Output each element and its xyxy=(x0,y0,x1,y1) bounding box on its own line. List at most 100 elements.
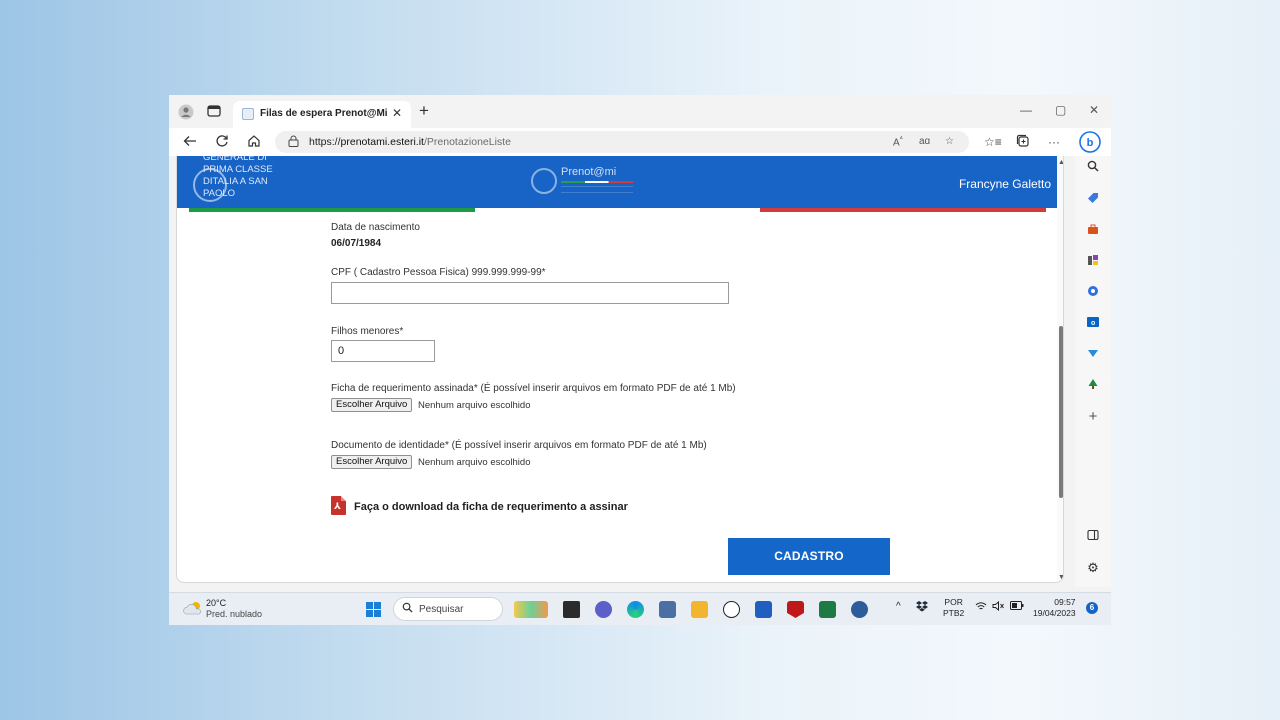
browser-tab-active[interactable]: Filas de espera Prenot@Mi ✕ xyxy=(233,101,411,128)
cadastro-button[interactable]: CADASTRO xyxy=(728,538,890,575)
restore-button[interactable]: ▢ xyxy=(1055,103,1066,117)
tab-actions-icon[interactable] xyxy=(206,104,222,120)
microsoft-store-icon[interactable] xyxy=(755,601,772,618)
user-name[interactable]: Francyne Galetto xyxy=(959,177,1051,191)
new-tab-button[interactable]: + xyxy=(419,102,429,119)
windows-start-icon[interactable] xyxy=(366,602,381,617)
system-clock[interactable]: 09:57 19/04/2023 xyxy=(1033,597,1076,619)
children-label: Filhos menores* xyxy=(331,326,404,337)
weather-description[interactable]: Pred. nublado xyxy=(206,609,262,619)
collections-icon[interactable] xyxy=(1016,134,1030,151)
search-icon xyxy=(402,602,413,616)
task-view-icon[interactable] xyxy=(563,601,580,618)
tools-icon[interactable] xyxy=(1085,223,1101,239)
italian-flag-bar xyxy=(189,208,1047,212)
signed-form-label: Ficha de requerimento assinada* (É possí… xyxy=(331,383,736,394)
cpf-label: CPF ( Cadastro Pessoa Fisica) 999.999.99… xyxy=(331,267,546,278)
scroll-thumb[interactable] xyxy=(1059,326,1063,498)
address-bar[interactable]: https://prenotami.esteri.it/Prenotazione… xyxy=(275,131,969,153)
volume-muted-icon[interactable] xyxy=(992,600,1005,614)
weather-cloud-icon[interactable] xyxy=(183,601,203,615)
mcafee-icon[interactable] xyxy=(787,601,804,618)
weather-temperature[interactable]: 20°C xyxy=(206,598,226,608)
keyboard-layout: PTB2 xyxy=(943,608,965,618)
settings-icon[interactable]: ⚙ xyxy=(1085,560,1101,576)
app-icon[interactable] xyxy=(851,601,868,618)
page-favicon-icon xyxy=(242,108,254,120)
flag-green xyxy=(189,208,475,212)
brand-subtitle-decoration xyxy=(561,186,633,193)
minimize-button[interactable]: — xyxy=(1020,103,1032,117)
refresh-icon[interactable] xyxy=(215,134,229,151)
browser-tab-bar: Filas de espera Prenot@Mi ✕ + — ▢ ✕ xyxy=(169,95,1111,128)
birth-date-label: Data de nascimento xyxy=(331,222,420,233)
edge-browser-icon[interactable] xyxy=(627,601,644,618)
more-icon[interactable]: ··· xyxy=(1048,134,1060,150)
id-document-label: Documento de identidade* (É possível ins… xyxy=(331,440,707,451)
search-icon[interactable] xyxy=(1085,160,1101,176)
flag-red xyxy=(760,208,1047,212)
id-document-file-button[interactable]: Escolher Arquivo xyxy=(331,455,413,469)
file-explorer-icon[interactable] xyxy=(691,601,708,618)
wifi-icon[interactable] xyxy=(975,601,987,614)
clock-time: 09:57 xyxy=(1054,597,1076,607)
close-window-button[interactable]: ✕ xyxy=(1089,103,1099,117)
notification-badge[interactable]: 6 xyxy=(1086,602,1098,614)
edge-sidebar: o + ⚙ xyxy=(1075,156,1111,587)
prenotami-logo[interactable]: Prenot@mi xyxy=(531,164,641,200)
bing-chat-icon[interactable]: b xyxy=(1079,131,1101,156)
games-icon[interactable] xyxy=(1085,254,1101,270)
teams-chat-icon[interactable] xyxy=(595,601,612,618)
tab-title: Filas de espera Prenot@Mi xyxy=(260,108,388,119)
page-scrollbar[interactable]: ▲ ▼ xyxy=(1057,156,1063,582)
outlook-icon[interactable]: o xyxy=(1085,316,1101,332)
calculator-icon[interactable] xyxy=(659,601,676,618)
url-scheme: https:// xyxy=(309,136,341,148)
children-input[interactable] xyxy=(331,340,435,362)
flag-white xyxy=(474,208,761,212)
dell-icon[interactable] xyxy=(723,601,740,618)
profile-icon[interactable] xyxy=(178,104,194,120)
scroll-up-arrow-icon[interactable]: ▲ xyxy=(1058,159,1063,166)
signed-form-file-status: Nenhum arquivo escolhido xyxy=(418,400,531,411)
chevron-up-icon[interactable]: ^ xyxy=(896,601,901,612)
translate-icon[interactable]: aɑ xyxy=(919,136,930,147)
signed-form-file-button[interactable]: Escolher Arquivo xyxy=(331,398,413,412)
consulate-logo-text: GENERALE DI PRIMA CLASSE DITALIA A SAN P… xyxy=(203,156,273,199)
drop-icon[interactable] xyxy=(1085,347,1101,363)
input-language-indicator[interactable]: POR PTB2 xyxy=(943,597,964,619)
lock-icon[interactable] xyxy=(288,135,299,150)
scroll-down-arrow-icon[interactable]: ▼ xyxy=(1058,574,1063,581)
dropbox-icon[interactable] xyxy=(916,601,928,615)
brand-flag-line xyxy=(561,181,633,183)
taskbar-search-box[interactable]: Pesquisar xyxy=(393,597,503,621)
tree-icon[interactable] xyxy=(1085,378,1101,394)
microsoft365-icon[interactable] xyxy=(1085,285,1101,301)
desktop-screen: Filas de espera Prenot@Mi ✕ + — ▢ ✕ http… xyxy=(169,95,1111,625)
favorite-add-icon[interactable]: ☆ xyxy=(945,136,954,147)
id-document-file-status: Nenhum arquivo escolhido xyxy=(418,457,531,468)
close-tab-icon[interactable]: ✕ xyxy=(392,106,402,120)
read-aloud-icon[interactable]: Aᐞ xyxy=(893,136,903,148)
excel-icon[interactable] xyxy=(819,601,836,618)
url-path: /PrenotazioneListe xyxy=(423,136,511,148)
web-page: GENERALE DI PRIMA CLASSE DITALIA A SAN P… xyxy=(176,156,1064,583)
shopping-tag-icon[interactable] xyxy=(1085,192,1101,208)
svg-text:b: b xyxy=(1087,137,1094,149)
browser-nav-bar: https://prenotami.esteri.it/Prenotazione… xyxy=(169,128,1111,156)
brand-name: Prenot@mi xyxy=(561,166,617,178)
add-icon[interactable]: + xyxy=(1085,409,1101,425)
back-arrow-icon[interactable] xyxy=(183,134,197,151)
download-form-link[interactable]: Faça o download da ficha de requerimento… xyxy=(354,501,628,513)
home-icon[interactable] xyxy=(247,134,261,151)
widgets-art-icon[interactable] xyxy=(514,601,548,618)
svg-text:o: o xyxy=(1091,320,1095,327)
sidebar-toggle-icon[interactable] xyxy=(1085,529,1101,545)
url-text[interactable]: https://prenotami.esteri.it/Prenotazione… xyxy=(309,136,511,148)
cpf-input[interactable] xyxy=(331,282,729,304)
battery-icon[interactable] xyxy=(1010,601,1024,613)
language-code: POR xyxy=(944,597,963,607)
pdf-icon[interactable]: ⅄ xyxy=(331,496,346,515)
favorites-icon[interactable]: ☆≡ xyxy=(984,134,1002,150)
clock-date: 19/04/2023 xyxy=(1033,608,1076,618)
